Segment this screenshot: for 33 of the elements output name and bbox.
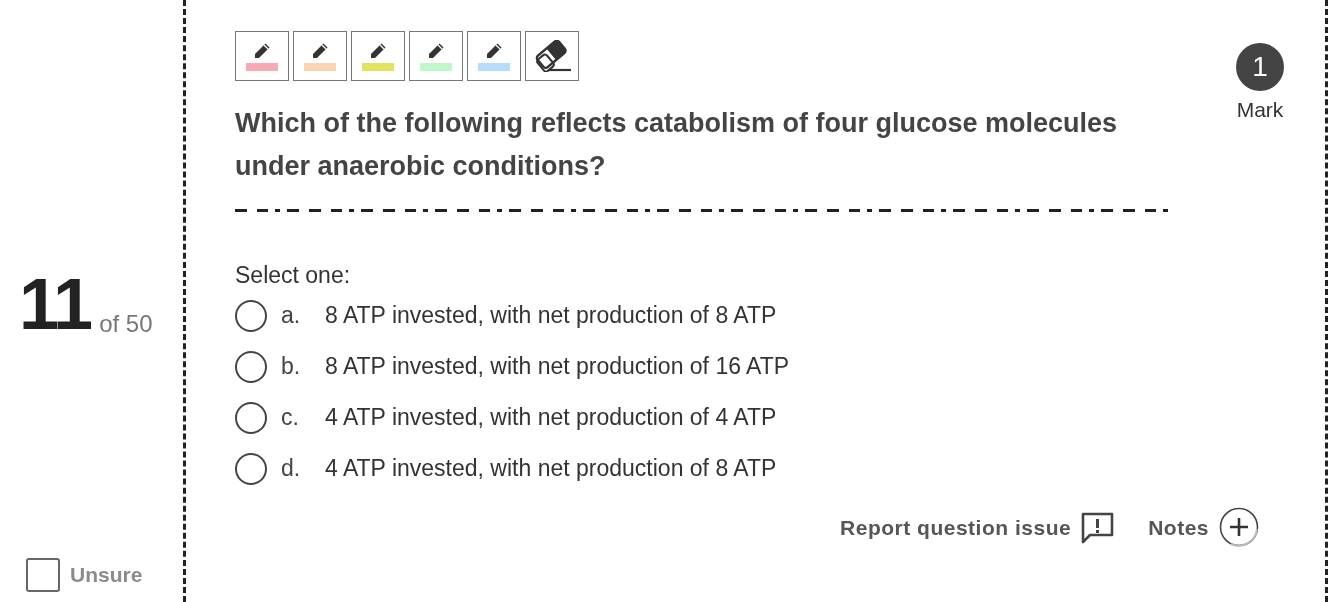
radio-button[interactable] [235, 452, 267, 485]
radio-button[interactable] [235, 401, 267, 434]
highlighter-button[interactable] [235, 31, 289, 81]
pencil-icon [485, 41, 503, 60]
pencil-icon [253, 41, 271, 60]
eraser-button[interactable] [525, 31, 579, 81]
highlighter-button[interactable] [293, 31, 347, 81]
pencil-icon [311, 41, 329, 60]
radio-button[interactable] [235, 350, 267, 383]
report-issue-button[interactable]: Report question issue [840, 512, 1115, 545]
highlighter-button[interactable] [351, 31, 405, 81]
option-text[interactable]: 4 ATP invested, with net production of 8 ATP [325, 451, 777, 486]
question-total: of 50 [99, 312, 153, 336]
option-letter: c. [281, 403, 300, 433]
unsure-checkbox[interactable] [26, 558, 60, 592]
option-letter: b. [281, 352, 302, 382]
option-text[interactable]: 8 ATP invested, with net production of 16 ATP [325, 349, 790, 384]
option-text[interactable]: 8 ATP invested, with net production of 8 ATP [325, 298, 777, 333]
radio-button[interactable] [235, 299, 267, 332]
highlighter-button[interactable] [409, 31, 463, 81]
pencil-icon [369, 41, 387, 60]
unsure-label: Unsure [70, 562, 143, 589]
notes-button[interactable]: Notes [1148, 507, 1261, 550]
option-letter: d. [281, 454, 302, 484]
highlighter-button[interactable] [467, 31, 521, 81]
select-prompt: Select one: [235, 261, 351, 291]
plus-circle-icon [1219, 507, 1261, 550]
speech-bubble-alert-icon [1081, 512, 1115, 545]
question-text: Which of the following reflects catabolism of four glucose molecules under anaerobic conditions? [235, 107, 1119, 184]
option-text[interactable]: 4 ATP invested, with net production of 4 ATP [325, 400, 777, 435]
option-letter: a. [281, 301, 302, 331]
question-number: 11 [19, 268, 92, 340]
pencil-icon [427, 41, 445, 60]
